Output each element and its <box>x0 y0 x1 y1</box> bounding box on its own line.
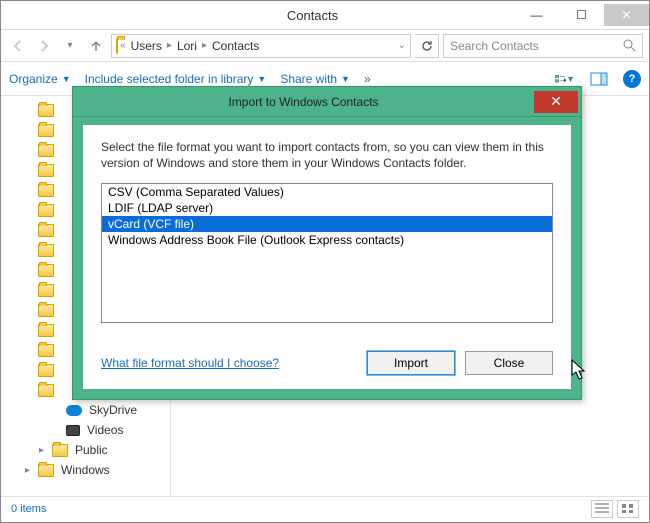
recent-button[interactable]: ▾ <box>59 35 81 57</box>
explorer-window: Contacts — ☐ ✕ ▾ « Users ▸ Lori ▸ Contac… <box>0 0 650 523</box>
maximize-button[interactable]: ☐ <box>559 4 604 26</box>
breadcrumb-dropdown-icon[interactable]: ⌄ <box>398 40 406 51</box>
tree-item[interactable]: ▸ Public <box>5 440 170 460</box>
arrow-right-icon <box>37 39 51 53</box>
close-button[interactable]: ✕ <box>604 4 649 26</box>
format-option[interactable]: LDIF (LDAP server) <box>102 200 552 216</box>
chevron-down-icon: ▼ <box>257 74 266 84</box>
titlebar: Contacts — ☐ ✕ <box>1 1 649 30</box>
folder-icon <box>38 184 54 197</box>
window-controls: — ☐ ✕ <box>514 4 649 26</box>
minimize-button[interactable]: — <box>514 4 559 26</box>
organize-menu[interactable]: Organize ▼ <box>9 72 71 86</box>
crumb[interactable]: Lori <box>174 39 200 53</box>
import-button[interactable]: Import <box>367 351 455 375</box>
folder-icon <box>38 224 54 237</box>
tree-item-label: Windows <box>61 463 110 477</box>
folder-icon <box>38 304 54 317</box>
details-view-icon <box>595 503 609 514</box>
dialog-close-button[interactable]: ✕ <box>534 91 578 113</box>
folder-icon <box>38 324 54 337</box>
format-option[interactable]: CSV (Comma Separated Values) <box>102 184 552 200</box>
search-placeholder: Search Contacts <box>450 39 539 53</box>
crumb[interactable]: Contacts <box>209 39 262 53</box>
chevron-right-icon: ▸ <box>167 40 172 51</box>
arrow-left-icon <box>11 39 25 53</box>
statusbar: 0 items <box>1 496 649 520</box>
icons-view-button[interactable] <box>617 500 639 518</box>
window-title: Contacts <box>111 8 514 23</box>
folder-icon <box>38 364 54 377</box>
tree-item[interactable]: SkyDrive <box>5 400 170 420</box>
close-button[interactable]: Close <box>465 351 553 375</box>
folder-icon <box>38 124 54 137</box>
tree-caret-icon: ▸ <box>39 445 49 456</box>
dialog-body: Select the file format you want to impor… <box>73 117 581 399</box>
chevron-down-icon: ▼ <box>62 74 71 84</box>
format-option[interactable]: Windows Address Book File (Outlook Expre… <box>102 232 552 248</box>
back-button[interactable] <box>7 35 29 57</box>
folder-icon <box>116 39 118 53</box>
video-icon <box>66 425 80 436</box>
preview-pane-button[interactable] <box>589 69 609 89</box>
folder-icon <box>38 344 54 357</box>
share-label: Share with <box>280 72 337 86</box>
folder-icon <box>52 444 68 457</box>
share-menu[interactable]: Share with ▼ <box>280 72 350 86</box>
breadcrumb[interactable]: « Users ▸ Lori ▸ Contacts ⌄ <box>111 34 411 58</box>
tree-item-label: Public <box>75 443 108 457</box>
folder-icon <box>38 464 54 477</box>
toolbar-overflow[interactable]: » <box>364 72 371 86</box>
crumb-separator-icon: « <box>120 40 126 51</box>
crumb[interactable]: Users <box>128 39 165 53</box>
folder-icon <box>38 144 54 157</box>
folder-icon <box>38 384 54 397</box>
folder-icon <box>38 204 54 217</box>
folder-icon <box>38 244 54 257</box>
close-icon: ✕ <box>550 93 562 110</box>
tree-item[interactable]: ▸ Windows <box>5 460 170 480</box>
include-label: Include selected folder in library <box>85 72 254 86</box>
help-icon: ? <box>629 73 636 85</box>
help-link[interactable]: What file format should I choose? <box>101 356 357 370</box>
search-input[interactable]: Search Contacts <box>443 34 643 58</box>
include-menu[interactable]: Include selected folder in library ▼ <box>85 72 267 86</box>
view-options-icon <box>555 72 566 86</box>
navbar: ▾ « Users ▸ Lori ▸ Contacts ⌄ Search Con… <box>1 30 649 62</box>
arrow-up-icon <box>89 39 103 53</box>
folder-icon <box>38 264 54 277</box>
folder-icon <box>38 164 54 177</box>
up-button[interactable] <box>85 35 107 57</box>
dialog-footer: What file format should I choose? Import… <box>101 351 553 375</box>
search-icon <box>623 39 636 52</box>
refresh-button[interactable] <box>415 34 439 58</box>
tree-caret-icon: ▸ <box>25 465 35 476</box>
tree-item-label: SkyDrive <box>89 403 137 417</box>
dialog-titlebar: Import to Windows Contacts ✕ <box>73 87 581 117</box>
format-listbox[interactable]: CSV (Comma Separated Values)LDIF (LDAP s… <box>101 183 553 323</box>
format-option[interactable]: vCard (VCF file) <box>102 216 552 232</box>
tree-item-label: Videos <box>87 423 123 437</box>
skydrive-icon <box>66 405 82 416</box>
forward-button[interactable] <box>33 35 55 57</box>
dialog-title: Import to Windows Contacts <box>73 95 534 109</box>
preview-pane-icon <box>590 72 608 86</box>
help-button[interactable]: ? <box>623 70 641 88</box>
organize-label: Organize <box>9 72 58 86</box>
dialog-description: Select the file format you want to impor… <box>101 139 553 171</box>
details-view-button[interactable] <box>591 500 613 518</box>
folder-icon <box>38 104 54 117</box>
icons-view-icon <box>621 503 635 514</box>
chevron-down-icon: ▼ <box>341 74 350 84</box>
item-count: 0 items <box>11 503 46 515</box>
import-dialog: Import to Windows Contacts ✕ Select the … <box>72 86 582 400</box>
tree-item[interactable]: Videos <box>5 420 170 440</box>
chevron-right-icon: ▸ <box>202 40 207 51</box>
folder-icon <box>38 284 54 297</box>
refresh-icon <box>421 40 433 52</box>
